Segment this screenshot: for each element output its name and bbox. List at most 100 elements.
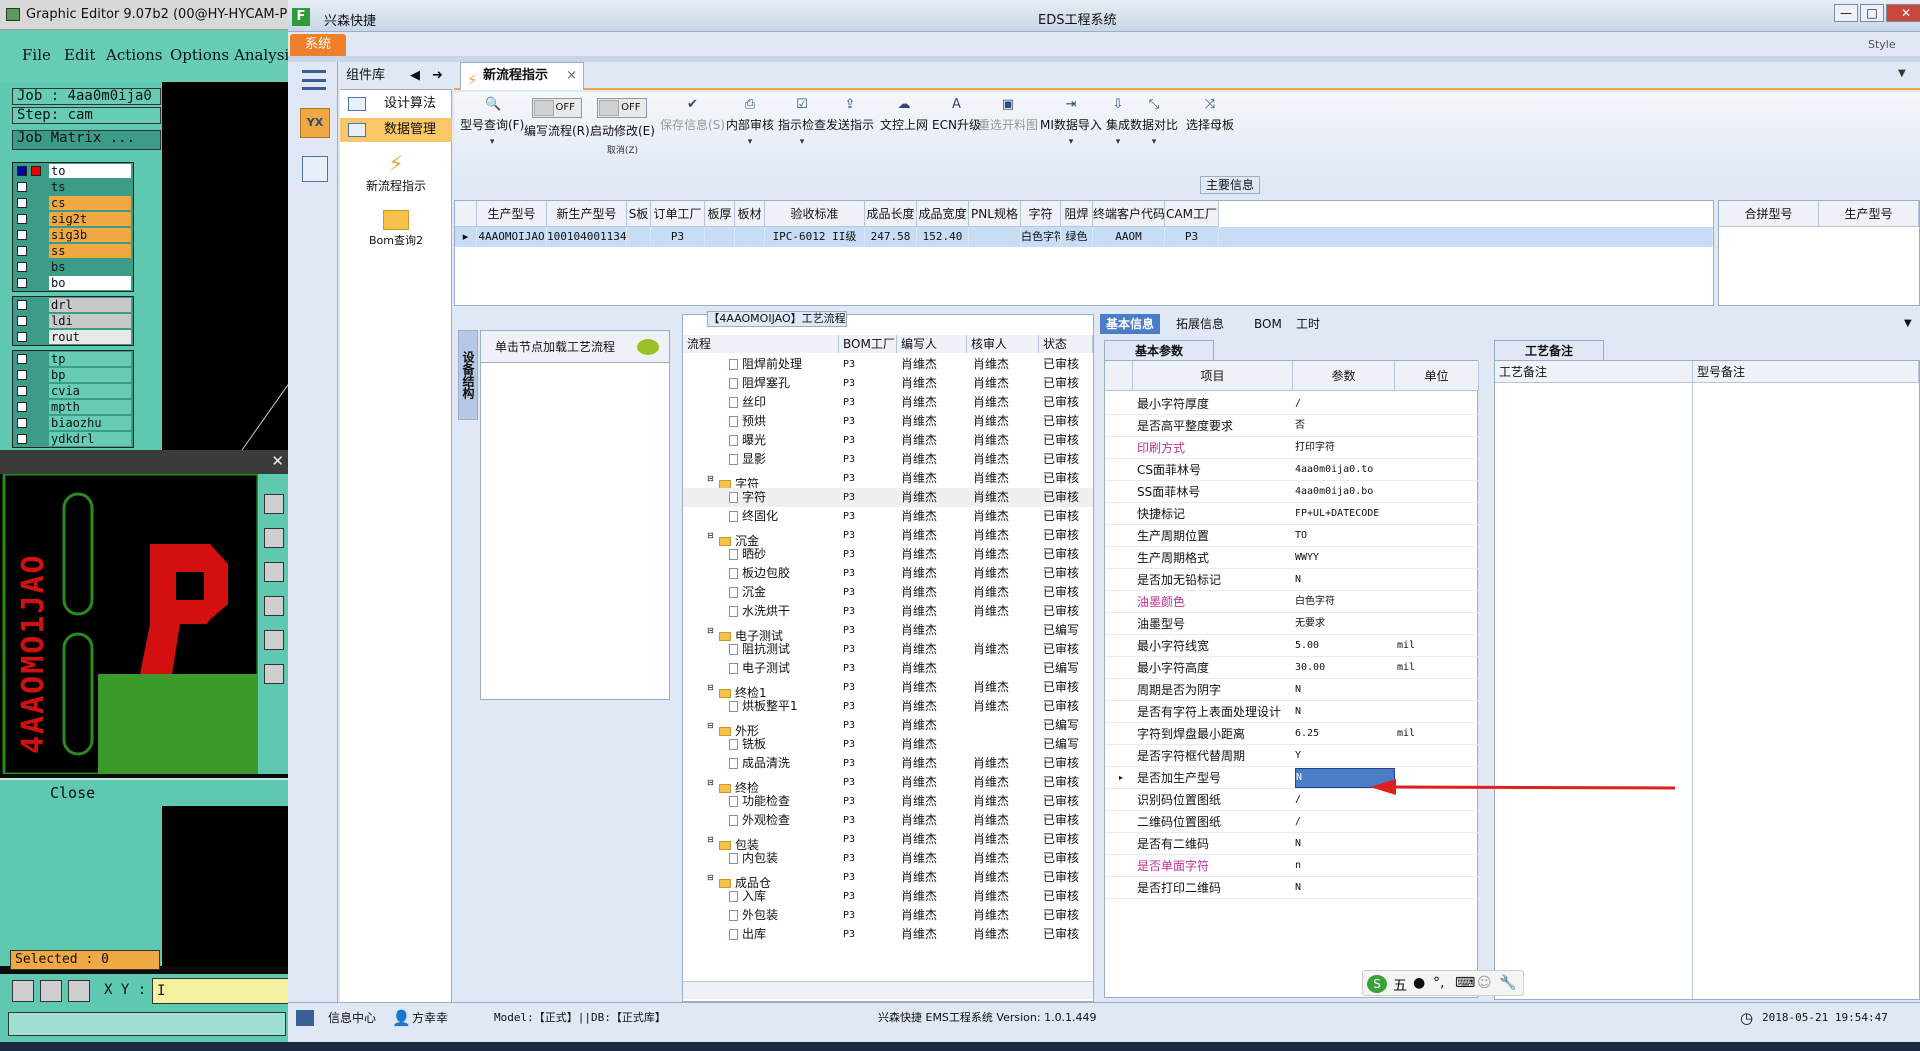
tree-row[interactable]: 水洗烘干 P3 肖维杰 肖维杰 已审核: [683, 602, 1093, 621]
toggle-switch[interactable]: OFF: [531, 98, 582, 118]
tree-row[interactable]: 阻焊塞孔 P3 肖维杰 肖维杰 已审核: [683, 374, 1093, 393]
param-row[interactable]: 是否打印二维码 N: [1105, 877, 1479, 899]
param-value[interactable]: N: [1295, 877, 1395, 899]
ge-close-button[interactable]: Close: [0, 778, 290, 806]
grid-cell[interactable]: P3: [651, 227, 705, 247]
yx-module-icon[interactable]: YX: [300, 108, 330, 138]
hamburger-icon[interactable]: [302, 70, 326, 90]
layer-row[interactable]: ts: [13, 179, 133, 195]
ge-canvas-top[interactable]: [162, 82, 291, 451]
layer-checkbox[interactable]: [17, 370, 27, 380]
collapse-icon[interactable]: ⊟: [707, 678, 715, 697]
tree-col-header[interactable]: 编写人: [897, 335, 967, 353]
grid-cell[interactable]: 10010400113448: [547, 227, 627, 247]
param-value[interactable]: 4aa0m0ija0.bo: [1295, 481, 1395, 503]
grid-cell[interactable]: 白色字符: [1021, 227, 1061, 247]
param-value[interactable]: 5.00: [1295, 635, 1395, 657]
toolbar-button-10[interactable]: ⇥ MI数据导入 ▾: [1040, 98, 1102, 148]
toolbar-button-7[interactable]: ☁ 文控上网: [880, 98, 928, 133]
param-value[interactable]: N: [1295, 679, 1395, 701]
calculator-icon[interactable]: [302, 156, 328, 182]
layer-checkbox[interactable]: [17, 246, 27, 256]
wrench-icon[interactable]: 🔧: [1499, 975, 1516, 991]
layer-checkbox[interactable]: [17, 354, 27, 364]
collapse-icon[interactable]: ⊟: [707, 830, 715, 849]
toolbar-button-2[interactable]: OFF 启动修改(E) 取消(Z): [590, 98, 655, 156]
param-value[interactable]: 30.00: [1295, 657, 1395, 679]
param-row[interactable]: 是否有二维码 N: [1105, 833, 1479, 855]
tab-dropdown-icon[interactable]: ▼: [1898, 68, 1906, 79]
toolbar-button-11[interactable]: ⇩ 集成 ▾: [1106, 98, 1130, 148]
tree-row[interactable]: ⊟ 包装 P3 肖维杰 肖维杰 已审核: [683, 830, 1093, 852]
tree-row[interactable]: 铣板 P3 肖维杰 已编写: [683, 735, 1093, 754]
tree-row[interactable]: 入库 P3 肖维杰 肖维杰 已审核: [683, 887, 1093, 906]
tree-row[interactable]: 功能检查 P3 肖维杰 肖维杰 已审核: [683, 792, 1093, 811]
layer-checkbox[interactable]: [17, 166, 27, 176]
param-row[interactable]: 生产周期位置 TO: [1105, 525, 1479, 547]
layer-row[interactable]: bo: [13, 275, 133, 291]
tree-row[interactable]: 阻抗测试 P3 肖维杰 肖维杰 已审核: [683, 640, 1093, 659]
toolbar-button-12[interactable]: ⤡ 数据对比 ▾: [1130, 98, 1178, 148]
tree-row[interactable]: ⊟ 终检 P3 肖维杰 肖维杰 已审核: [683, 773, 1093, 795]
tree-row[interactable]: 丝印 P3 肖维杰 肖维杰 已审核: [683, 393, 1093, 412]
ime-punct-icon[interactable]: °,: [1433, 975, 1444, 991]
param-value[interactable]: /: [1295, 811, 1395, 833]
line-icon[interactable]: [40, 980, 62, 1002]
param-value[interactable]: N: [1295, 833, 1395, 855]
collapse-icon[interactable]: ⊟: [707, 469, 715, 488]
param-row[interactable]: 是否加无铅标记 N: [1105, 569, 1479, 591]
param-value[interactable]: 无要求: [1295, 613, 1395, 635]
grid-col-header[interactable]: 合拼型号: [1719, 201, 1819, 227]
layer-row[interactable]: sig2t: [13, 211, 133, 227]
layer-checkbox[interactable]: [17, 434, 27, 444]
fit-icon[interactable]: [264, 562, 284, 582]
param-row[interactable]: 最小字符厚度 /: [1105, 393, 1479, 415]
grid-cell[interactable]: AAOM: [1093, 227, 1165, 247]
layer-checkbox[interactable]: [17, 182, 27, 192]
layer-checkbox[interactable]: [17, 278, 27, 288]
layer-checkbox[interactable]: [17, 402, 27, 412]
tab-hours[interactable]: 工时: [1290, 314, 1326, 334]
toolbar-button-3[interactable]: ✔ 保存信息(S): [660, 98, 725, 133]
tree-row[interactable]: 烘板整平1 P3 肖维杰 肖维杰 已审核: [683, 697, 1093, 716]
tree-hscrollbar[interactable]: [683, 981, 1093, 999]
param-row[interactable]: 印刷方式 打印字符: [1105, 437, 1479, 459]
grid-col-header[interactable]: 生产型号: [1819, 201, 1919, 227]
param-row[interactable]: 周期是否为阴字 N: [1105, 679, 1479, 701]
layer-row[interactable]: drl: [13, 297, 133, 313]
ime-moon-icon[interactable]: ●: [1413, 975, 1425, 991]
layer-row[interactable]: ss: [13, 243, 133, 259]
param-row[interactable]: 最小字符高度 30.00 mil: [1105, 657, 1479, 679]
param-value[interactable]: 6.25: [1295, 723, 1395, 745]
toolbar-sub[interactable]: ▾: [1130, 137, 1178, 147]
layer-row[interactable]: rout: [13, 329, 133, 345]
grid-col-header[interactable]: S板: [627, 201, 651, 227]
toolbar-sub[interactable]: ▾: [726, 137, 774, 147]
grid-col-header[interactable]: PNL规格: [969, 201, 1021, 227]
grid-col-header[interactable]: 成品长度: [865, 201, 917, 227]
param-value[interactable]: FP+UL+DATECODE: [1295, 503, 1395, 525]
layer-row[interactable]: cvia: [13, 383, 133, 399]
layer-checkbox[interactable]: [17, 316, 27, 326]
comp-item-data[interactable]: 数据管理: [340, 118, 452, 142]
layer-row[interactable]: tp: [13, 351, 133, 367]
close-icon[interactable]: ✕: [271, 452, 284, 470]
keyboard-icon[interactable]: ⌨: [1455, 975, 1475, 991]
tab-extended-info[interactable]: 拓展信息: [1170, 314, 1230, 334]
param-row[interactable]: 生产周期格式 WWYY: [1105, 547, 1479, 569]
menu-actions[interactable]: Actions: [106, 46, 162, 64]
toolbar-sub[interactable]: ▾: [1040, 137, 1102, 147]
tree-row[interactable]: 电子测试 P3 肖维杰 已编写: [683, 659, 1093, 678]
tree-col-header[interactable]: 核审人: [967, 335, 1039, 353]
style-label[interactable]: Style: [1868, 38, 1896, 51]
layer-row[interactable]: bs: [13, 259, 133, 275]
grid-cell[interactable]: P3: [1165, 227, 1219, 247]
tree-row[interactable]: 成品清洗 P3 肖维杰 肖维杰 已审核: [683, 754, 1093, 773]
tree-col-header[interactable]: 状态: [1039, 335, 1093, 353]
tree-row[interactable]: 出库 P3 肖维杰 肖维杰 已审核: [683, 925, 1093, 944]
toolbar-button-6[interactable]: ⇪ 发送指示: [826, 98, 874, 133]
job-matrix-button[interactable]: Job Matrix ...: [12, 130, 161, 150]
param-value[interactable]: N: [1295, 701, 1395, 723]
param-value[interactable]: Y: [1295, 745, 1395, 767]
layer-checkbox[interactable]: [17, 300, 27, 310]
